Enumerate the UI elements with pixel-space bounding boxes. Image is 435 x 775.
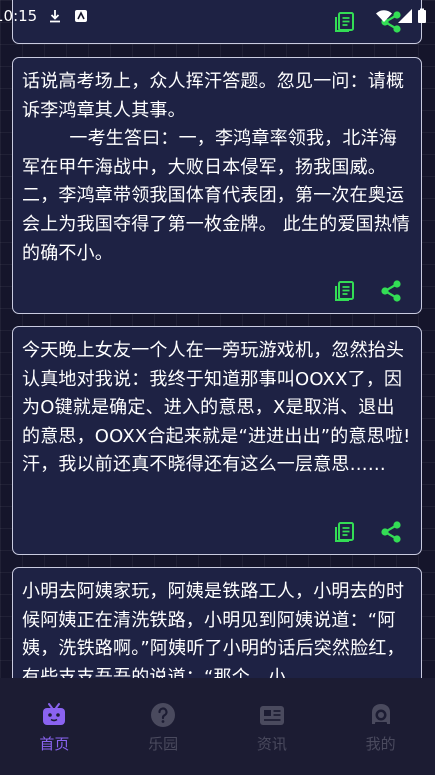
question-icon [151,703,176,727]
tab-mine-label: 我的 [365,735,396,753]
tab-paradise[interactable]: 乐园 [109,678,218,775]
tab-home-label: 首页 [39,735,70,753]
app-notification-icon [75,10,88,22]
tab-news-label: 资讯 [256,735,287,753]
card-actions [333,279,403,303]
status-time: 10:15 [0,7,38,25]
profile-icon [371,704,390,725]
joke-text: 小明去阿姨家玩，阿姨是铁路工人，小明去的时候阿姨正在清洗铁路，小明见到阿姨说道：… [22,581,405,678]
share-icon[interactable] [379,279,403,303]
joke-text: 今天晚上女友一个人在一旁玩游戏机，忽然抬头认真地对我说：我终于知道那事叫OOXX… [22,340,417,476]
joke-feed[interactable]: 话说高考场上，众人挥汗答题。忽见一问：请概诉李鸿章其人其事。 一考生答曰：一，李… [0,0,435,678]
signal-icon [398,9,412,23]
status-right [375,8,427,24]
battery-icon [418,8,426,23]
joke-text: 话说高考场上，众人挥汗答题。忽见一问：请概诉李鸿章其人其事。 一考生答曰：一，李… [22,71,411,264]
wifi-icon [376,10,392,22]
status-bar: 10:15 [0,0,435,32]
status-left: 10:15 [0,7,89,25]
share-icon[interactable] [379,520,403,544]
copy-icon[interactable] [333,279,357,303]
bottom-tab-bar: 首页 乐园 资讯 我的 [0,678,435,775]
tab-news[interactable]: 资讯 [218,678,327,775]
joke-card: 小明去阿姨家玩，阿姨是铁路工人，小明去的时候阿姨正在清洗铁路，小明见到阿姨说道：… [12,567,422,678]
tab-paradise-label: 乐园 [148,735,179,753]
copy-icon[interactable] [333,520,357,544]
news-icon [259,706,284,725]
joke-card: 话说高考场上，众人挥汗答题。忽见一问：请概诉李鸿章其人其事。 一考生答曰：一，李… [12,57,422,314]
download-icon [50,10,61,23]
tv-robot-icon [43,703,66,725]
tab-mine[interactable]: 我的 [326,678,435,775]
card-actions [333,520,403,544]
joke-card: 今天晚上女友一个人在一旁玩游戏机，忽然抬头认真地对我说：我终于知道那事叫OOXX… [12,326,422,555]
tab-home[interactable]: 首页 [0,678,109,775]
